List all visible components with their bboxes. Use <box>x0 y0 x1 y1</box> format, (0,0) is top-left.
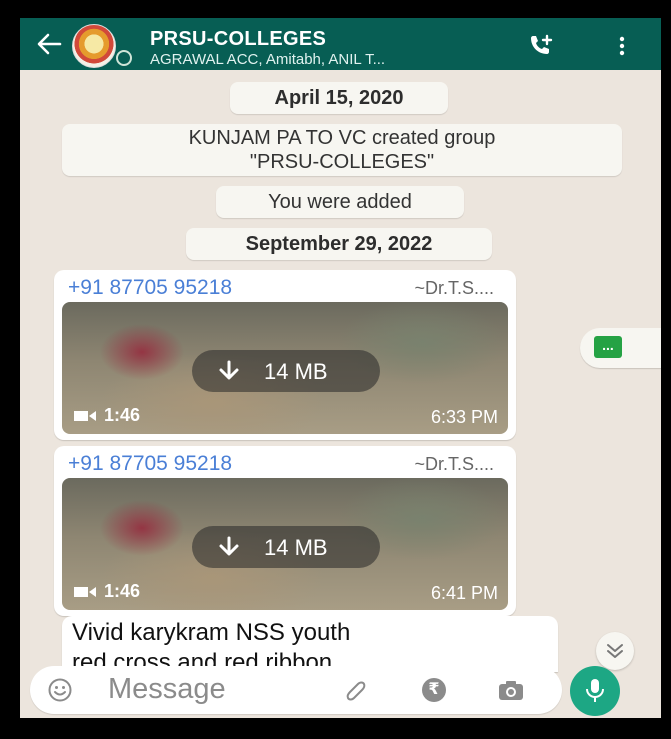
group-members[interactable]: AGRAWAL ACC, Amitabh, ANIL T... <box>150 51 385 68</box>
more-chip-icon[interactable]: ... <box>594 336 622 358</box>
double-chevron-down-icon <box>607 644 623 658</box>
camera-icon[interactable] <box>498 678 524 702</box>
message-time: 6:33 PM <box>430 407 498 427</box>
sender-phone[interactable]: +91 87705 95218 <box>68 452 232 476</box>
group-created-line2: "PRSU-COLLEGES" <box>249 151 435 173</box>
added-notice: You were added <box>216 186 464 218</box>
more-options-icon[interactable] <box>618 36 626 56</box>
back-arrow-icon[interactable] <box>36 32 62 56</box>
file-size: 14 MB <box>264 535 328 560</box>
add-call-icon[interactable] <box>528 34 554 56</box>
sender-name: ~Dr.T.S.... <box>414 278 494 298</box>
group-avatar[interactable] <box>72 24 116 68</box>
video-camera-icon <box>74 587 96 598</box>
download-icon <box>219 360 239 380</box>
download-button[interactable]: 14 MB <box>192 526 380 568</box>
microphone-icon <box>586 679 604 702</box>
video-duration: 1:46 <box>74 581 140 602</box>
file-size: 14 MB <box>264 359 328 384</box>
side-chip[interactable]: ... <box>580 328 661 368</box>
video-camera-icon <box>74 411 96 422</box>
video-message[interactable]: +91 87705 95218 ~Dr.T.S.... 14 MB 1:46 6… <box>54 446 516 616</box>
message-input-bar[interactable]: Message ₹ <box>30 666 562 714</box>
group-created-line1: KUNJAM PA TO VC created group <box>188 127 496 149</box>
video-duration: 1:46 <box>74 405 140 426</box>
date-chip: April 15, 2020 <box>230 82 448 114</box>
download-icon <box>219 536 239 556</box>
chat-header: PRSU-COLLEGES AGRAWAL ACC, Amitabh, ANIL… <box>20 18 661 70</box>
sender-phone[interactable]: +91 87705 95218 <box>68 276 232 300</box>
duration-text: 1:46 <box>104 581 141 601</box>
message-time: 6:41 PM <box>430 583 498 603</box>
attach-clip-icon[interactable] <box>344 678 368 702</box>
duration-text: 1:46 <box>104 405 141 425</box>
text-message[interactable]: Vivid karykram NSS youth red cross and r… <box>62 616 558 676</box>
message-input[interactable]: Message <box>108 673 226 706</box>
group-title[interactable]: PRSU-COLLEGES <box>150 28 326 51</box>
chat-screen: PRSU-COLLEGES AGRAWAL ACC, Amitabh, ANIL… <box>20 18 661 718</box>
mic-button[interactable] <box>570 666 620 716</box>
rupee-payment-icon[interactable]: ₹ <box>422 678 446 702</box>
group-created-notice: KUNJAM PA TO VC created group "PRSU-COLL… <box>62 124 622 176</box>
video-thumbnail[interactable]: 14 MB 1:46 6:41 PM <box>62 478 508 610</box>
emoji-icon[interactable] <box>48 678 72 702</box>
text-message-line1: Vivid karykram NSS youth <box>72 619 351 646</box>
date-chip: September 29, 2022 <box>186 228 492 260</box>
video-message[interactable]: +91 87705 95218 ~Dr.T.S.... 14 MB 1:46 6… <box>54 270 516 440</box>
scroll-down-button[interactable] <box>596 632 634 670</box>
community-badge-icon <box>116 50 132 66</box>
download-button[interactable]: 14 MB <box>192 350 380 392</box>
video-thumbnail[interactable]: 14 MB 1:46 6:33 PM <box>62 302 508 434</box>
sender-name: ~Dr.T.S.... <box>414 454 494 474</box>
